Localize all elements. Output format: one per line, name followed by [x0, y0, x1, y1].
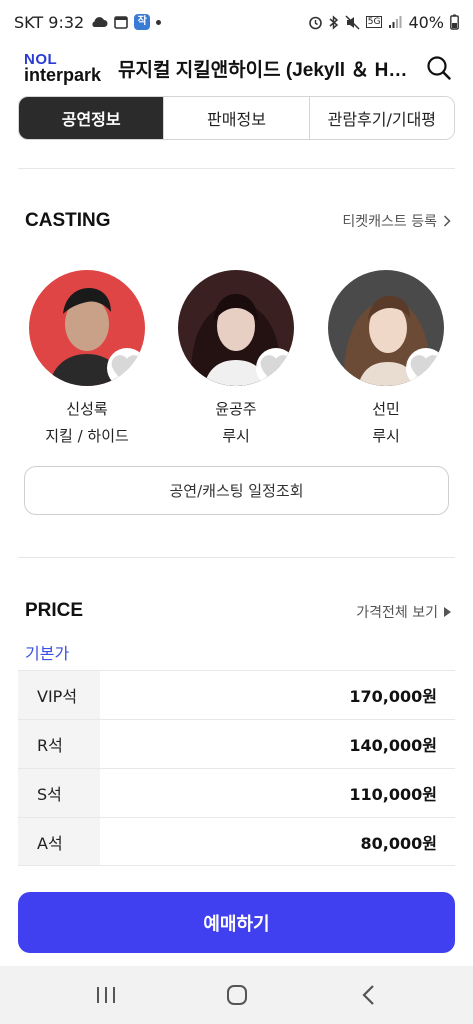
status-time: SKT 9:32	[14, 12, 85, 32]
seat-grade: R석	[18, 720, 100, 768]
cast-role: 루시	[372, 427, 400, 445]
logo-interpark-text: interpark	[24, 65, 102, 85]
avatar	[328, 270, 444, 386]
casting-title: CASTING	[25, 210, 111, 231]
cloud-icon	[92, 17, 108, 27]
table-row: A석 80,000원	[18, 817, 455, 866]
table-row: R석 140,000원	[18, 719, 455, 768]
status-bar: SKT 9:32 작 5G 40%	[0, 0, 473, 44]
favorite-button[interactable]	[256, 348, 294, 386]
book-button[interactable]: 예매하기	[18, 892, 455, 953]
bluetooth-icon	[329, 14, 338, 30]
seat-price: 170,000원	[349, 687, 437, 706]
status-left: SKT 9:32 작	[14, 12, 162, 32]
seat-grade: S석	[18, 769, 100, 817]
detail-tabs: 공연정보 판매정보 관람후기/기대평	[18, 96, 455, 140]
mute-icon	[345, 14, 360, 30]
home-icon	[226, 985, 247, 1005]
system-nav-bar	[0, 966, 473, 1024]
tab-performance-info[interactable]: 공연정보	[19, 97, 164, 139]
search-icon	[427, 56, 451, 80]
cast-name: 신성록	[66, 400, 108, 418]
cast-role: 지킬 / 하이드	[45, 427, 129, 445]
price-subtitle: 기본가	[25, 644, 70, 663]
price-table: VIP석 170,000원 R석 140,000원 S석 110,000원 A석…	[18, 670, 455, 866]
status-right: 5G 40%	[308, 13, 459, 32]
app-notification-icon: 작	[134, 14, 151, 30]
app-header: NOL interpark 뮤지컬 지킬앤하이드 (Jekyll ＆ Hyde)	[0, 44, 473, 92]
cast-name: 윤공주	[215, 400, 257, 418]
search-button[interactable]	[425, 54, 453, 82]
divider	[18, 168, 455, 169]
cast-member[interactable]: 선민 루시	[321, 270, 451, 446]
recent-apps-button[interactable]	[84, 975, 128, 1015]
view-all-prices-label: 가격전체 보기	[356, 605, 438, 621]
seat-grade: VIP석	[18, 671, 100, 719]
seat-price: 110,000원	[349, 785, 437, 804]
cast-name: 선민	[372, 400, 400, 418]
table-row: S석 110,000원	[18, 768, 455, 817]
divider	[18, 557, 455, 558]
tab-reviews[interactable]: 관람후기/기대평	[308, 97, 454, 139]
recent-apps-icon	[96, 987, 115, 1003]
cast-member[interactable]: 윤공주 루시	[171, 270, 301, 446]
back-icon	[361, 985, 374, 1005]
network-badge: 5G	[365, 16, 383, 28]
seat-price: 140,000원	[349, 736, 437, 755]
ticketcast-register-link[interactable]: 티켓캐스트 등록	[342, 211, 451, 231]
avatar	[29, 270, 145, 386]
seat-grade: A석	[18, 818, 100, 865]
favorite-button[interactable]	[406, 348, 444, 386]
triangle-right-icon	[444, 607, 451, 617]
price-title: PRICE	[25, 600, 84, 621]
cast-list: 신성록 지킬 / 하이드 윤공주 루시 선민 루시	[0, 270, 473, 450]
ticketcast-register-label: 티켓캐스트 등록	[342, 214, 437, 230]
tab-sales-info[interactable]: 판매정보	[163, 97, 309, 139]
heart-icon	[260, 355, 292, 384]
page-title: 뮤지컬 지킬앤하이드 (Jekyll ＆ Hyde)	[118, 59, 411, 81]
chevron-right-icon	[443, 215, 451, 227]
signal-icon	[389, 16, 402, 28]
alarm-icon	[308, 16, 322, 29]
back-button[interactable]	[346, 975, 390, 1015]
table-row: VIP석 170,000원	[18, 670, 455, 719]
avatar	[178, 270, 294, 386]
battery-percent: 40%	[408, 12, 444, 32]
home-button[interactable]	[215, 975, 259, 1015]
interpark-logo[interactable]: NOL interpark	[24, 52, 106, 84]
seat-price: 80,000원	[360, 833, 437, 853]
calendar-icon	[114, 16, 129, 29]
heart-icon	[410, 355, 442, 384]
schedule-lookup-button[interactable]: 공연/캐스팅 일정조회	[24, 466, 449, 515]
cast-role: 루시	[222, 427, 250, 445]
more-notifications-icon	[156, 19, 162, 25]
battery-icon	[450, 14, 459, 30]
cast-member[interactable]: 신성록 지킬 / 하이드	[22, 270, 152, 446]
heart-icon	[111, 355, 143, 384]
view-all-prices-link[interactable]: 가격전체 보기	[356, 602, 451, 622]
favorite-button[interactable]	[107, 348, 145, 386]
